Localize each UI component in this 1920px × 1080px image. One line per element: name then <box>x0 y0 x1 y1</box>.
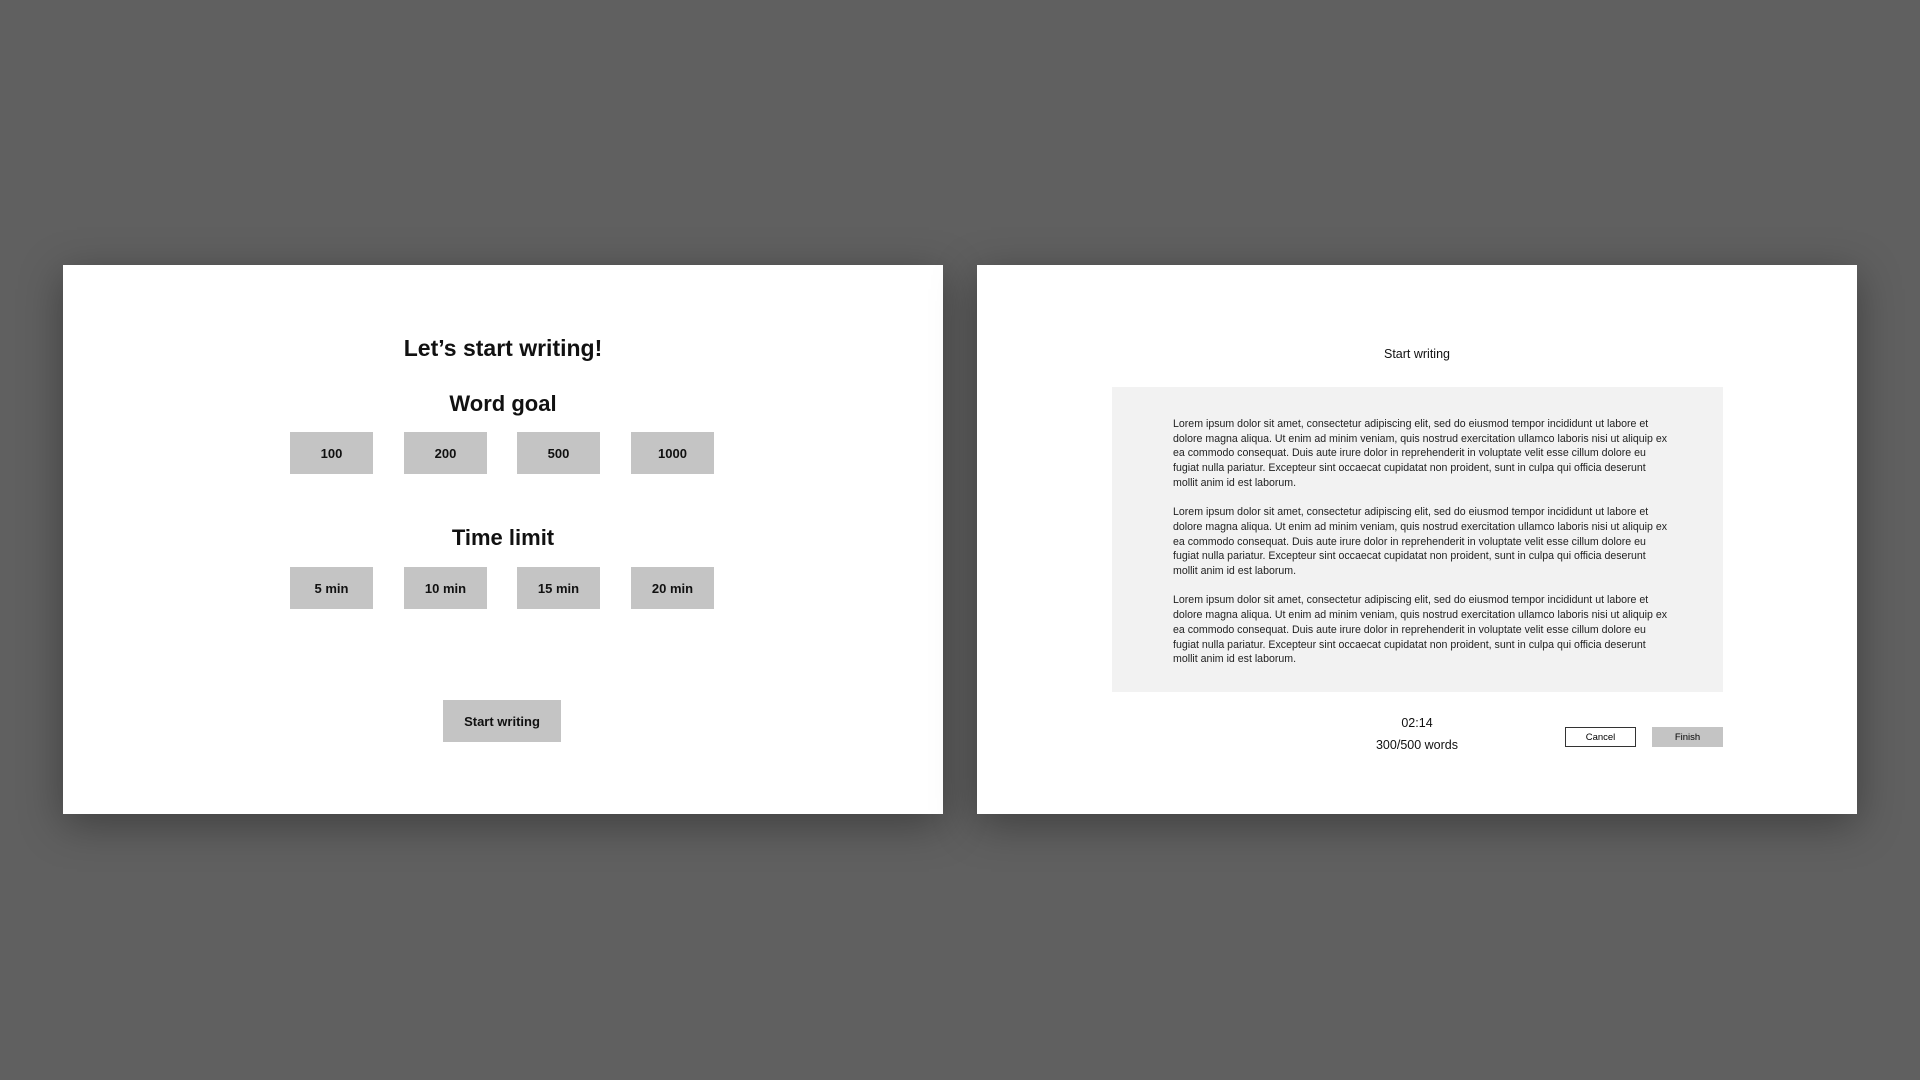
time-limit-10-button[interactable]: 10 min <box>404 567 487 609</box>
word-goal-heading: Word goal <box>449 391 557 416</box>
writing-screen: Start writing Lorem ipsum dolor sit amet… <box>977 265 1857 814</box>
word-goal-500-button[interactable]: 500 <box>517 432 600 474</box>
time-limit-15-button[interactable]: 15 min <box>517 567 600 609</box>
writing-editor[interactable]: Lorem ipsum dolor sit amet, consectetur … <box>1112 387 1723 692</box>
timer: 02:14 <box>1401 716 1433 730</box>
paragraph: Lorem ipsum dolor sit amet, consectetur … <box>1173 594 1668 666</box>
cancel-button[interactable]: Cancel <box>1565 727 1636 747</box>
paragraph: Lorem ipsum dolor sit amet, consectetur … <box>1173 506 1668 578</box>
writing-title: Start writing <box>1384 347 1450 361</box>
time-limit-5-button[interactable]: 5 min <box>290 567 373 609</box>
word-goal-100-button[interactable]: 100 <box>290 432 373 474</box>
word-goal-1000-button[interactable]: 1000 <box>631 432 714 474</box>
time-limit-20-button[interactable]: 20 min <box>631 567 714 609</box>
word-count: 300/500 words <box>1375 738 1458 752</box>
page-title: Let’s start writing! <box>403 335 603 361</box>
start-writing-button[interactable]: Start writing <box>443 700 561 742</box>
word-goal-200-button[interactable]: 200 <box>404 432 487 474</box>
setup-screen: Let’s start writing! Word goal 100 200 5… <box>63 265 943 814</box>
finish-button[interactable]: Finish <box>1652 727 1723 747</box>
paragraph: Lorem ipsum dolor sit amet, consectetur … <box>1173 418 1668 489</box>
time-limit-heading: Time limit <box>451 525 555 550</box>
